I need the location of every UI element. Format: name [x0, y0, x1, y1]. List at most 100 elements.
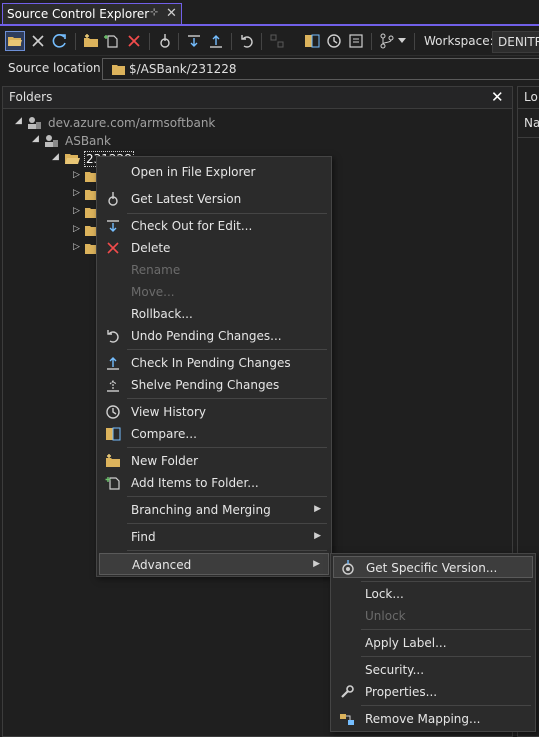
source-location-value: $/ASBank/231228 — [129, 62, 237, 76]
toolbar-separator — [231, 33, 232, 50]
menu-item-lock[interactable]: Lock... — [333, 583, 533, 605]
menu-item-advanced[interactable]: Advanced ▶ — [99, 553, 329, 575]
tab-source-control-explorer[interactable]: Source Control Explorer ⊹ ✕ — [2, 3, 182, 24]
submenu-arrow-icon: ▶ — [314, 531, 321, 541]
menu-item-move: Move... — [131, 285, 175, 299]
expanded-arrow-icon[interactable]: ◢ — [32, 134, 39, 144]
branching-dropdown-button[interactable] — [377, 31, 397, 51]
collapsed-arrow-icon[interactable]: ▷ — [73, 206, 80, 216]
check-out-icon — [188, 35, 200, 47]
workspace-select[interactable]: DENITRO — [492, 31, 539, 53]
menu-item-view-history[interactable]: View History — [99, 401, 329, 423]
new-folder-icon — [106, 454, 120, 467]
menu-separator — [127, 447, 327, 448]
menu-item-add-items-to-folder[interactable]: Add Items to Folder... — [99, 472, 329, 494]
collapsed-arrow-icon[interactable]: ▷ — [73, 224, 80, 234]
expanded-arrow-icon[interactable]: ◢ — [52, 152, 59, 162]
source-location-bar: Source location: $/ASBank/231228 — [0, 57, 539, 83]
toolbar-separator — [178, 33, 179, 50]
source-location-input[interactable]: $/ASBank/231228 — [102, 58, 539, 80]
chevron-down-icon[interactable] — [396, 31, 408, 51]
menu-separator — [361, 581, 531, 582]
menu-item-unlock: Unlock — [365, 609, 406, 623]
refresh-button[interactable] — [50, 31, 70, 51]
branch-disabled-icon — [270, 34, 284, 48]
delete-icon — [128, 35, 140, 47]
delete-button[interactable] — [124, 31, 144, 51]
folder-open-icon — [65, 154, 80, 164]
add-file-icon — [104, 35, 118, 48]
menu-item-get-latest-version[interactable]: Get Latest Version — [99, 188, 329, 210]
menu-item-get-specific-version[interactable]: Get Specific Version... — [333, 556, 533, 578]
new-folder-button[interactable] — [81, 31, 101, 51]
expanded-arrow-icon[interactable]: ◢ — [15, 116, 22, 126]
get-latest-icon — [160, 34, 170, 48]
menu-item-check-out-for-edit[interactable]: Check Out for Edit... — [99, 215, 329, 237]
delete-icon — [107, 242, 119, 254]
close-icon[interactable]: ✕ — [491, 88, 504, 106]
menu-separator — [361, 705, 531, 706]
menu-item-apply-label[interactable]: Apply Label... — [333, 632, 533, 654]
menu-item-rename: Rename — [131, 263, 181, 277]
wrench-icon — [341, 685, 354, 698]
menu-item-rollback[interactable]: Rollback... — [99, 303, 329, 325]
add-file-icon — [105, 477, 120, 490]
menu-item-branching-and-merging[interactable]: Branching and Merging ▶ — [99, 499, 329, 521]
git-branch-icon — [380, 33, 394, 49]
tree-label-server: dev.azure.com/armsoftbank — [48, 116, 216, 130]
annotate-button[interactable] — [346, 31, 366, 51]
menu-item-find[interactable]: Find ▶ — [99, 526, 329, 548]
undo-icon — [107, 330, 119, 343]
history-icon — [327, 34, 341, 48]
refresh-icon — [52, 34, 66, 48]
remove-mapping-icon — [340, 714, 354, 725]
menu-item-shelve-pending-changes[interactable]: Shelve Pending Changes — [99, 374, 329, 396]
branch-dropdown-button[interactable] — [267, 31, 287, 51]
menu-item-compare[interactable]: Compare... — [99, 423, 329, 445]
folder-icon — [112, 65, 125, 75]
toolbar-separator — [261, 33, 262, 50]
advanced-submenu: Get Specific Version... Lock... Unlock A… — [330, 553, 536, 732]
check-out-button[interactable] — [184, 31, 204, 51]
pin-icon[interactable]: ⊹ — [150, 7, 158, 18]
get-latest-icon — [108, 192, 118, 206]
menu-item-remove-mapping[interactable]: Remove Mapping... — [333, 708, 533, 730]
toolbar-separator — [75, 33, 76, 50]
add-items-button[interactable] — [102, 31, 122, 51]
menu-separator — [127, 550, 327, 551]
name-column-header[interactable]: Na — [518, 110, 539, 138]
folder-open-icon — [8, 37, 22, 46]
folders-toggle-button[interactable] — [5, 31, 25, 51]
compare-button[interactable] — [302, 31, 322, 51]
workspace-label: Workspace: — [424, 34, 494, 48]
menu-separator — [361, 629, 531, 630]
menu-item-security[interactable]: Security... — [333, 659, 533, 681]
compare-icon — [305, 34, 320, 48]
close-tab-icon[interactable]: ✕ — [166, 6, 177, 21]
source-location-label: Source location: — [8, 61, 105, 75]
menu-item-undo-pending-changes[interactable]: Undo Pending Changes... — [99, 325, 329, 347]
submenu-arrow-icon: ▶ — [314, 504, 321, 514]
menu-item-new-folder[interactable]: New Folder — [99, 450, 329, 472]
menu-separator — [127, 496, 327, 497]
collapsed-arrow-icon[interactable]: ▷ — [73, 170, 80, 180]
team-project-icon — [45, 135, 58, 147]
menu-item-check-in-pending-changes[interactable]: Check In Pending Changes — [99, 352, 329, 374]
check-in-icon — [210, 35, 222, 48]
check-in-button[interactable] — [206, 31, 226, 51]
collapsed-arrow-icon[interactable]: ▷ — [73, 188, 80, 198]
get-specific-version-icon — [342, 560, 354, 575]
folders-panel-header: Folders ✕ — [3, 87, 512, 109]
toolbar-separator — [414, 33, 415, 50]
collapsed-arrow-icon[interactable]: ▷ — [73, 242, 80, 252]
get-latest-button[interactable] — [155, 31, 175, 51]
view-history-button[interactable] — [324, 31, 344, 51]
menu-item-properties[interactable]: Properties... — [333, 681, 533, 703]
menu-item-open-in-file-explorer[interactable]: Open in File Explorer — [99, 161, 329, 183]
undo-button[interactable] — [237, 31, 257, 51]
toolbar-separator — [149, 33, 150, 50]
menu-item-delete[interactable]: Delete — [99, 237, 329, 259]
new-folder-icon — [84, 34, 98, 47]
team-server-icon — [28, 117, 41, 129]
workspace-settings-button[interactable] — [28, 31, 48, 51]
